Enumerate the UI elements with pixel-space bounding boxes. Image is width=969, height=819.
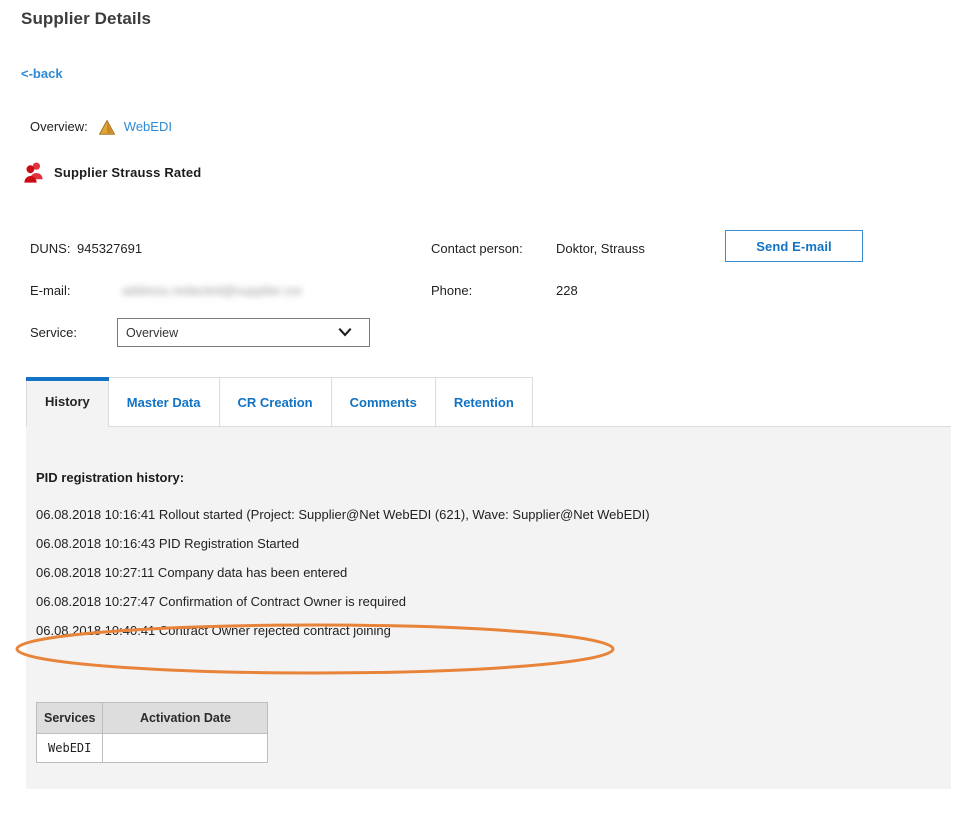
services-table: Services Activation Date WebEDI bbox=[35, 702, 269, 763]
history-entry: 06.08.2018 10:16:41 Rollout started (Pro… bbox=[36, 507, 650, 522]
tab-master-data[interactable]: Master Data bbox=[108, 377, 220, 427]
overview-row: Overview: WebEDI bbox=[30, 119, 172, 135]
phone-label: Phone: bbox=[431, 283, 473, 298]
tab-label: History bbox=[45, 394, 90, 409]
service-label: Service: bbox=[30, 325, 77, 340]
history-entry: 06.08.2018 10:27:11 Company data has bee… bbox=[36, 565, 348, 580]
contact-person-label: Contact person: bbox=[431, 241, 523, 256]
tab-label: CR Creation bbox=[237, 394, 313, 410]
service-select[interactable]: Overview bbox=[117, 318, 370, 347]
tab-comments[interactable]: Comments bbox=[331, 377, 436, 427]
supplier-heading: Supplier Strauss Rated bbox=[24, 160, 201, 184]
tab-label: Master Data bbox=[126, 394, 201, 410]
warning-triangle-icon bbox=[98, 120, 115, 135]
history-title: PID registration history: bbox=[36, 470, 185, 485]
tab-cr-creation[interactable]: CR Creation bbox=[219, 377, 332, 427]
duns-label: DUNS: bbox=[30, 241, 71, 256]
tab-label: Retention bbox=[453, 394, 514, 410]
history-list: 06.08.2018 10:16:41 Rollout started (Pro… bbox=[36, 500, 650, 645]
table-header-row: Services Activation Date bbox=[35, 702, 269, 734]
table-column-header: Services bbox=[35, 702, 104, 734]
history-entry: 06.08.2018 10:40:41 Contract Owner rejec… bbox=[36, 623, 391, 638]
tab-label: Comments bbox=[349, 394, 417, 410]
tab-bar: History Master Data CR Creation Comments Ret… bbox=[26, 377, 533, 427]
email-value-redacted: address.redacted@supplier.com bbox=[122, 283, 302, 298]
tab-retention[interactable]: Retention bbox=[435, 377, 533, 427]
history-entry: 06.08.2018 10:16:43 PID Registration Sta… bbox=[36, 536, 300, 551]
send-email-button[interactable]: Send E-mail bbox=[725, 230, 863, 262]
table-row: WebEDI bbox=[35, 733, 269, 763]
duns-value: 945327691 bbox=[77, 241, 143, 256]
cell-service: WebEDI bbox=[35, 733, 104, 763]
supplier-name: Supplier Strauss Rated bbox=[54, 164, 202, 180]
back-link[interactable]: <-back bbox=[21, 66, 63, 81]
overview-label: Overview: bbox=[30, 119, 88, 134]
contact-person-value: Doktor, Strauss bbox=[556, 241, 645, 256]
history-entry: 06.08.2018 10:27:47 Confirmation of Cont… bbox=[36, 594, 406, 609]
phone-value: 228 bbox=[556, 283, 578, 298]
page-title: Supplier Details bbox=[21, 9, 152, 28]
overview-service-link[interactable]: WebEDI bbox=[124, 119, 172, 134]
table-column-header: Activation Date bbox=[102, 702, 269, 734]
tab-history[interactable]: History bbox=[26, 377, 109, 427]
people-group-icon bbox=[24, 160, 44, 184]
email-label: E-mail: bbox=[30, 283, 71, 298]
cell-activation-date bbox=[102, 733, 269, 763]
